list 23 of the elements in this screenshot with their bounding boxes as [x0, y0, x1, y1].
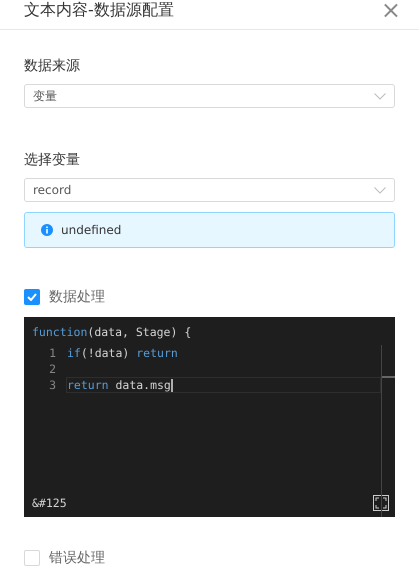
code-editor[interactable]: function(data, Stage) { 1 if(!data) return 2 3 return data.msg &#125 — [24, 317, 395, 517]
field-label: 数据来源 — [24, 57, 80, 76]
alert-text: undefined — [61, 223, 122, 237]
chevron-down-icon — [374, 186, 386, 194]
line-number: 3 — [48, 378, 57, 392]
select-field[interactable]: record — [24, 178, 395, 202]
fullscreen-button[interactable] — [373, 495, 389, 511]
code-line: &#125 — [32, 496, 67, 510]
code-line: if(!data) return — [66, 345, 179, 361]
checkmark-icon — [27, 293, 37, 301]
select-field[interactable]: 变量 — [24, 84, 395, 108]
field-label: 选择变量 — [24, 151, 80, 170]
checkbox[interactable] — [24, 289, 40, 305]
code-line: function(data, Stage) { — [31, 324, 192, 341]
scroll-thumb[interactable] — [382, 376, 395, 378]
chevron-down-icon — [374, 92, 386, 100]
checkbox-label: 数据处理 — [49, 288, 105, 306]
close-button[interactable]: × — [380, 0, 401, 20]
checkbox-label: 错误处理 — [49, 549, 105, 567]
dialog-title: 文本内容-数据源配置 — [24, 0, 174, 20]
line-number: 1 — [48, 346, 57, 360]
line-number: 2 — [48, 362, 57, 376]
info-icon — [41, 224, 53, 236]
